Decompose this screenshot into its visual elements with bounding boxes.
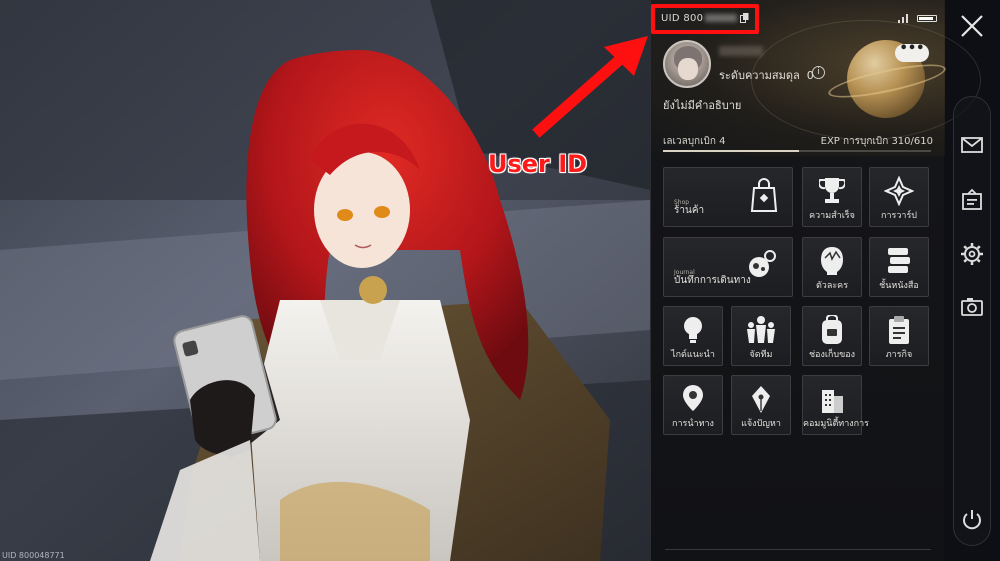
books-icon [888, 248, 910, 273]
signal-icon [898, 14, 908, 23]
map-pin-icon [683, 385, 703, 411]
phone-menu-panel: UID 800 ระดับความสมดุล 0 i ••• ยังไม่มีค… [650, 0, 981, 561]
lightbulb-icon [684, 317, 702, 343]
menu-missions-label: ภารกิจ [885, 350, 913, 360]
warp-star-icon [884, 176, 914, 206]
menu-journal[interactable]: Journal บันทึกการเดินทาง [663, 237, 793, 297]
equilibrium-label: ระดับความสมดุล [719, 69, 800, 82]
trophy-icon [819, 178, 845, 203]
menu-characters[interactable]: ตัวละคร [802, 237, 862, 297]
mail-icon[interactable] [958, 131, 986, 159]
backpack-icon [822, 315, 842, 344]
menu-characters-label: ตัวละคร [815, 281, 849, 291]
menu-community-label: คอมมูนิตี้ทางการ [803, 419, 870, 429]
menu-shop-label: ร้านค้า [674, 205, 705, 216]
player-avatar[interactable] [663, 40, 711, 88]
menu-community[interactable]: คอมมูนิตี้ทางการ [802, 375, 870, 435]
trailblaze-level-label: เลเวลบุกเบิก 4 [663, 136, 726, 147]
exp-progress-fill [663, 150, 800, 152]
uid-highlight-box [651, 4, 759, 34]
menu-feedback-label: แจ้งปัญหา [741, 419, 781, 429]
menu-archive[interactable]: ชั้นหนังสือ [869, 237, 929, 297]
team-members-icon [747, 316, 775, 343]
menu-feedback[interactable]: แจ้งปัญหา [731, 375, 791, 435]
settings-gear-icon[interactable] [958, 240, 986, 268]
menu-team[interactable]: จัดทีม [731, 306, 791, 366]
more-options-button[interactable]: ••• [895, 42, 929, 62]
menu-warp[interactable]: การวาร์ป [869, 167, 929, 227]
clipboard-icon [889, 316, 909, 344]
equilibrium-level: ระดับความสมดุล 0 [719, 66, 814, 84]
close-icon[interactable] [958, 12, 986, 40]
menu-inventory[interactable]: ช่องเก็บของ [802, 306, 862, 366]
menu-archive-label: ชั้นหนังสือ [879, 281, 919, 291]
menu-achievements[interactable]: ความสำเร็จ [802, 167, 862, 227]
power-icon[interactable] [960, 508, 984, 532]
menu-team-label: จัดทีม [749, 350, 773, 360]
pen-nib-icon [752, 386, 770, 413]
exp-progress-bar [663, 150, 931, 152]
player-signature[interactable]: ยังไม่มีคำอธิบาย [663, 96, 741, 114]
menu-navigation-label: การนำทาง [672, 419, 714, 429]
menu-guide[interactable]: ไกด์แนะนำ [663, 306, 723, 366]
notice-board-icon[interactable] [958, 186, 986, 214]
menu-warp-label: การวาร์ป [881, 211, 917, 221]
panel-bottom-divider [665, 549, 931, 550]
character-head-icon [821, 247, 843, 275]
menu-missions[interactable]: ภารกิจ [869, 306, 929, 366]
background-uid-watermark: UID 800048771 [2, 551, 65, 560]
building-icon [822, 390, 843, 413]
battery-icon [917, 15, 937, 22]
info-icon[interactable]: i [812, 66, 825, 79]
trailblaze-exp-label: EXP การบุกเบิก 310/610 [820, 136, 933, 147]
menu-shop[interactable]: Shop ร้านค้า [663, 167, 793, 227]
menu-guide-label: ไกด์แนะนำ [671, 350, 715, 360]
menu-achievements-label: ความสำเร็จ [809, 211, 855, 221]
annotation-arrow-icon [532, 36, 648, 138]
side-action-rail [953, 96, 991, 546]
menu-journal-label: บันทึกการเดินทาง [674, 275, 751, 286]
menu-navigation[interactable]: การนำทาง [663, 375, 723, 435]
player-name-redacted [719, 46, 763, 56]
annotation-user-id-label: User ID [488, 150, 588, 178]
menu-inventory-label: ช่องเก็บของ [808, 350, 856, 360]
camera-icon[interactable] [958, 293, 986, 321]
